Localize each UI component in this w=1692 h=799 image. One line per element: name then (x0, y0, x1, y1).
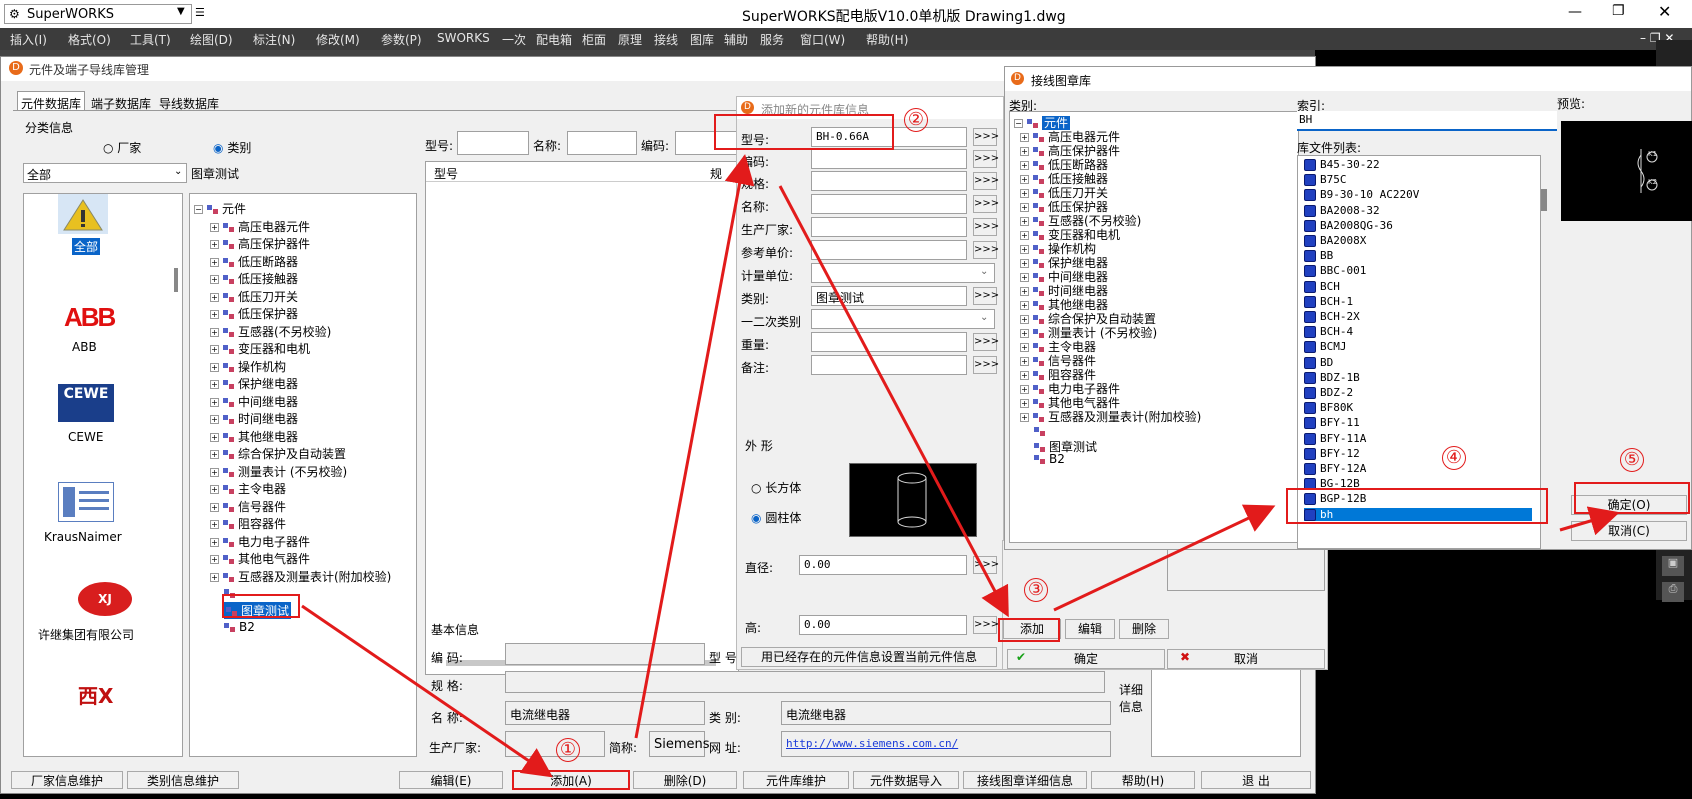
arrow-4 (1053, 504, 1276, 612)
annotation-arrows (301, 154, 1620, 778)
arrow-3 (778, 185, 1009, 618)
arrow-1 (301, 604, 553, 778)
arrow-2 (634, 154, 755, 739)
arrow-5 (1559, 506, 1620, 536)
